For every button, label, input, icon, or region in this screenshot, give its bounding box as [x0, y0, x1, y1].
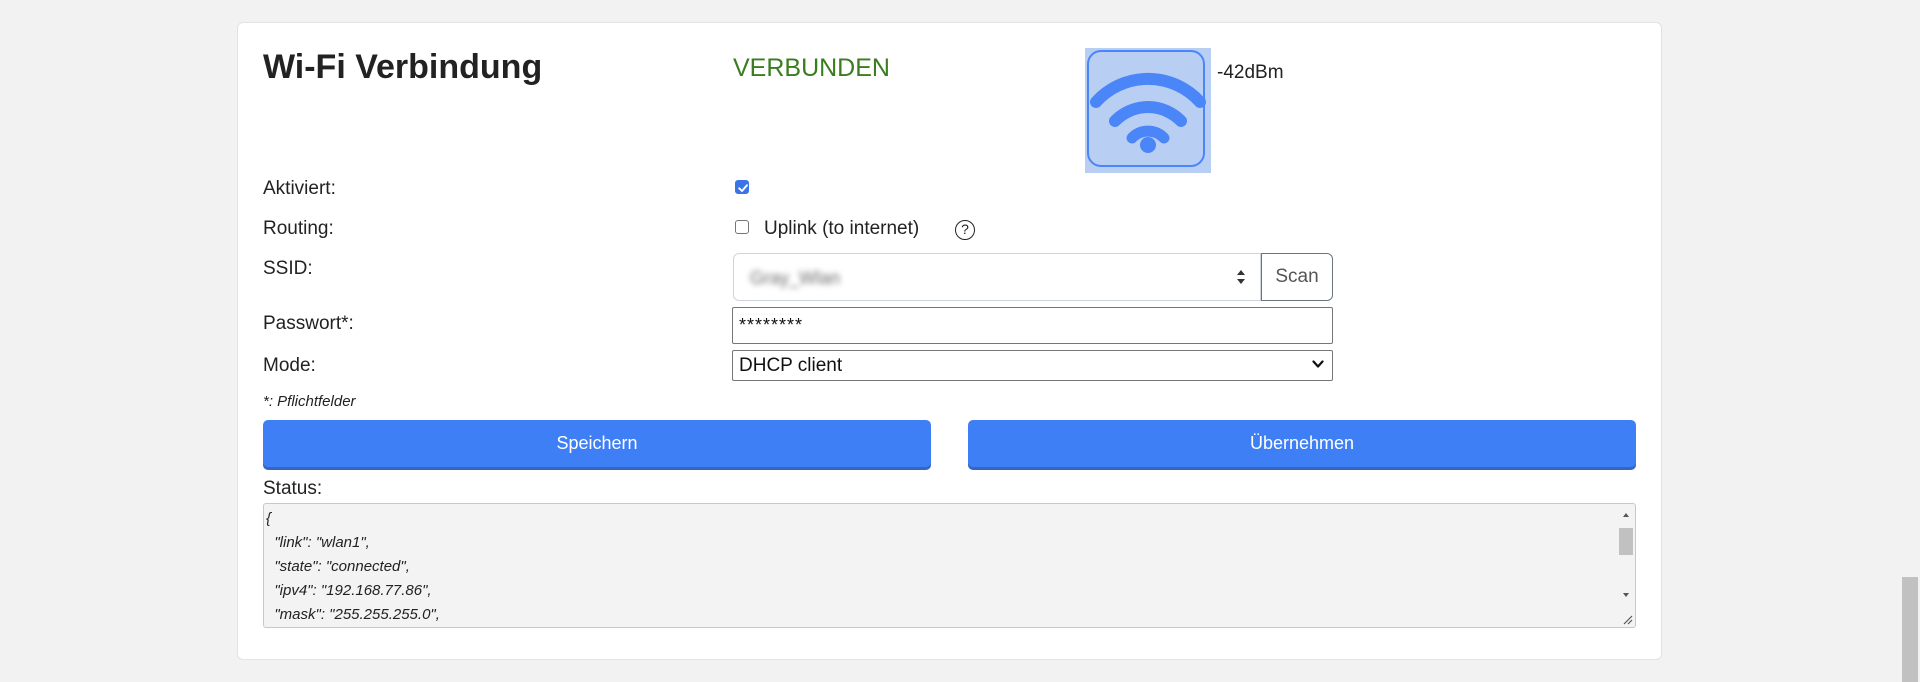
- mode-label: Mode:: [263, 355, 316, 376]
- signal-strength: -42dBm: [1217, 62, 1284, 83]
- scan-button[interactable]: Scan: [1261, 253, 1333, 301]
- password-label: Passwort*:: [263, 313, 354, 334]
- uplink-label: Uplink (to internet): [764, 218, 920, 239]
- ssid-label: SSID:: [263, 258, 313, 279]
- enabled-checkbox[interactable]: [735, 180, 749, 194]
- help-icon[interactable]: ?: [955, 220, 975, 240]
- page-scrollbar-thumb[interactable]: [1902, 577, 1918, 682]
- status-label: Status:: [263, 478, 323, 499]
- resize-handle-icon[interactable]: [1622, 614, 1633, 625]
- select-arrows-icon: [1237, 270, 1245, 284]
- enabled-label: Aktiviert:: [263, 178, 336, 199]
- uplink-checkbox[interactable]: [735, 220, 749, 234]
- routing-label: Routing:: [263, 218, 334, 239]
- mode-value: DHCP client: [739, 355, 843, 376]
- password-field[interactable]: ********: [732, 307, 1333, 344]
- chevron-down-icon: [1312, 360, 1324, 368]
- mode-select[interactable]: DHCP client: [732, 350, 1333, 381]
- status-json: { "link": "wlan1", "state": "connected",…: [266, 510, 440, 623]
- status-scrollbar[interactable]: [1616, 506, 1633, 624]
- connection-state: VERBUNDEN: [733, 54, 890, 82]
- ssid-select[interactable]: Gray_Wlan: [733, 253, 1261, 301]
- save-button[interactable]: Speichern: [263, 420, 931, 467]
- apply-button[interactable]: Übernehmen: [968, 420, 1636, 467]
- page-title: Wi-Fi Verbindung: [263, 48, 543, 86]
- status-textarea[interactable]: { "link": "wlan1", "state": "connected",…: [263, 503, 1636, 628]
- ssid-value: Gray_Wlan: [750, 268, 841, 288]
- wifi-signal-icon: [1085, 48, 1211, 173]
- required-fields-note: *: Pflichtfelder: [263, 393, 356, 410]
- scrollbar-thumb[interactable]: [1619, 528, 1633, 555]
